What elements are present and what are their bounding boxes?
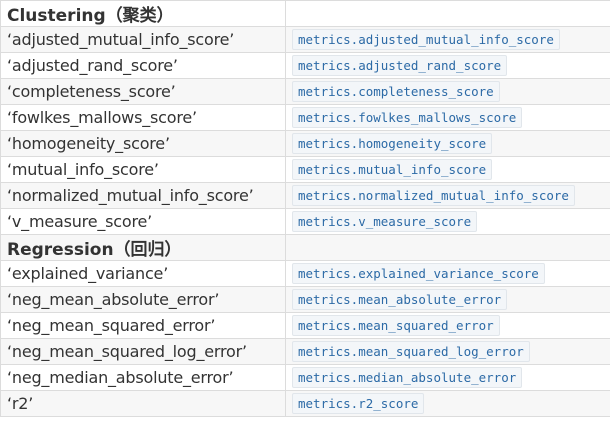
function-cell: metrics.mutual_info_score [285, 156, 610, 183]
scoring-name: ‘neg_mean_squared_error’ [0, 312, 286, 339]
function-cell: metrics.v_measure_score [285, 208, 610, 235]
metric-function-link[interactable]: metrics.r2_score [292, 393, 425, 414]
table-row: ‘neg_mean_absolute_error’ metrics.mean_a… [0, 286, 610, 313]
metric-function-link[interactable]: metrics.mean_absolute_error [292, 289, 508, 310]
table-row: ‘explained_variance’ metrics.explained_v… [0, 260, 610, 287]
function-cell: metrics.fowlkes_mallows_score [285, 104, 610, 131]
function-cell: metrics.completeness_score [285, 78, 610, 105]
table-row: ‘adjusted_mutual_info_score’ metrics.adj… [0, 26, 610, 53]
section-header-empty-cell [285, 234, 610, 261]
scoring-name: ‘adjusted_mutual_info_score’ [0, 26, 286, 53]
metric-function-link[interactable]: metrics.v_measure_score [292, 211, 478, 232]
section-header-row: Regression（回归） [0, 234, 610, 261]
scoring-name: ‘neg_mean_squared_log_error’ [0, 338, 286, 365]
table-row: ‘completeness_score’ metrics.completenes… [0, 78, 610, 105]
scoring-name: ‘fowlkes_mallows_score’ [0, 104, 286, 131]
function-cell: metrics.median_absolute_error [285, 364, 610, 391]
metric-function-link[interactable]: metrics.adjusted_mutual_info_score [292, 29, 560, 50]
function-cell: metrics.homogeneity_score [285, 130, 610, 157]
scoring-name: ‘v_measure_score’ [0, 208, 286, 235]
function-cell: metrics.adjusted_mutual_info_score [285, 26, 610, 53]
scoring-name: ‘completeness_score’ [0, 78, 286, 105]
metric-function-link[interactable]: metrics.mutual_info_score [292, 159, 493, 180]
metric-function-link[interactable]: metrics.normalized_mutual_info_score [292, 185, 575, 206]
scoring-name: ‘neg_mean_absolute_error’ [0, 286, 286, 313]
function-cell: metrics.mean_squared_error [285, 312, 610, 339]
metric-function-link[interactable]: metrics.mean_squared_log_error [292, 341, 530, 362]
function-cell: metrics.mean_squared_log_error [285, 338, 610, 365]
scoring-name: ‘adjusted_rand_score’ [0, 52, 286, 79]
table-row: ‘mutual_info_score’ metrics.mutual_info_… [0, 156, 610, 183]
scoring-name: ‘mutual_info_score’ [0, 156, 286, 183]
table-row: ‘fowlkes_mallows_score’ metrics.fowlkes_… [0, 104, 610, 131]
metric-function-link[interactable]: metrics.fowlkes_mallows_score [292, 107, 523, 128]
scoring-name: ‘r2’ [0, 390, 286, 417]
function-cell: metrics.adjusted_rand_score [285, 52, 610, 79]
scoring-name: ‘neg_median_absolute_error’ [0, 364, 286, 391]
function-cell: metrics.normalized_mutual_info_score [285, 182, 610, 209]
section-title-clustering: Clustering（聚类） [0, 0, 286, 27]
table-row: ‘neg_median_absolute_error’ metrics.medi… [0, 364, 610, 391]
scoring-name: ‘homogeneity_score’ [0, 130, 286, 157]
metric-function-link[interactable]: metrics.mean_squared_error [292, 315, 500, 336]
table-row: ‘r2’ metrics.r2_score [0, 390, 610, 417]
function-cell: metrics.r2_score [285, 390, 610, 417]
table-row: ‘neg_mean_squared_log_error’ metrics.mea… [0, 338, 610, 365]
section-header-row: Clustering（聚类） [0, 0, 610, 27]
function-cell: metrics.mean_absolute_error [285, 286, 610, 313]
table-row: ‘adjusted_rand_score’ metrics.adjusted_r… [0, 52, 610, 79]
table-row: ‘v_measure_score’ metrics.v_measure_scor… [0, 208, 610, 235]
scoring-name: ‘normalized_mutual_info_score’ [0, 182, 286, 209]
metric-function-link[interactable]: metrics.adjusted_rand_score [292, 55, 508, 76]
metric-function-link[interactable]: metrics.homogeneity_score [292, 133, 493, 154]
table-row: ‘neg_mean_squared_error’ metrics.mean_sq… [0, 312, 610, 339]
scoring-metrics-table: Clustering（聚类） ‘adjusted_mutual_info_sco… [0, 0, 610, 417]
scoring-name: ‘explained_variance’ [0, 260, 286, 287]
table-row: ‘homogeneity_score’ metrics.homogeneity_… [0, 130, 610, 157]
metric-function-link[interactable]: metrics.explained_variance_score [292, 263, 545, 284]
metric-function-link[interactable]: metrics.median_absolute_error [292, 367, 523, 388]
section-title-regression: Regression（回归） [0, 234, 286, 261]
function-cell: metrics.explained_variance_score [285, 260, 610, 287]
section-header-empty-cell [285, 0, 610, 27]
table-row: ‘normalized_mutual_info_score’ metrics.n… [0, 182, 610, 209]
metric-function-link[interactable]: metrics.completeness_score [292, 81, 500, 102]
